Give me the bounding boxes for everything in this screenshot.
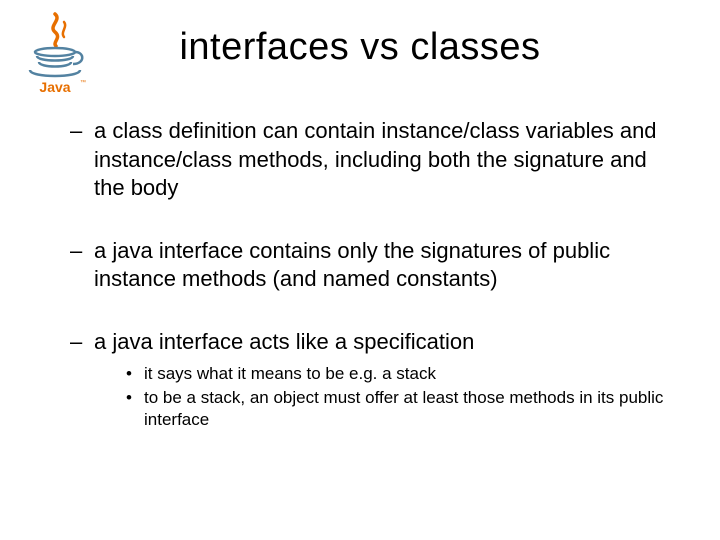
sub-bullet-item: • it says what it means to be e.g. a sta… <box>126 363 670 385</box>
bullet-item: – a java interface contains only the sig… <box>70 237 670 294</box>
sub-bullet-list: • it says what it means to be e.g. a sta… <box>126 363 670 431</box>
bullet-text: a java interface acts like a specificati… <box>94 328 474 357</box>
svg-text:™: ™ <box>80 79 86 86</box>
slide-body: – a class definition can contain instanc… <box>70 117 670 431</box>
slide: Java ™ interfaces vs classes – a class d… <box>0 0 720 540</box>
bullet-text: a java interface contains only the signa… <box>94 237 670 294</box>
bullet-item: – a class definition can contain instanc… <box>70 117 670 203</box>
dot-bullet-icon: • <box>126 363 144 385</box>
bullet-text: a class definition can contain instance/… <box>94 117 670 203</box>
sub-bullet-text: it says what it means to be e.g. a stack <box>144 363 436 385</box>
dash-bullet-icon: – <box>70 117 94 203</box>
java-logo: Java ™ <box>22 10 92 100</box>
dash-bullet-icon: – <box>70 328 94 357</box>
sub-bullet-text: to be a stack, an object must offer at l… <box>144 387 670 431</box>
dash-bullet-icon: – <box>70 237 94 294</box>
dot-bullet-icon: • <box>126 387 144 431</box>
bullet-item: – a java interface acts like a specifica… <box>70 328 670 357</box>
sub-bullet-item: • to be a stack, an object must offer at… <box>126 387 670 431</box>
svg-text:Java: Java <box>39 79 70 95</box>
slide-title: interfaces vs classes <box>40 26 680 69</box>
